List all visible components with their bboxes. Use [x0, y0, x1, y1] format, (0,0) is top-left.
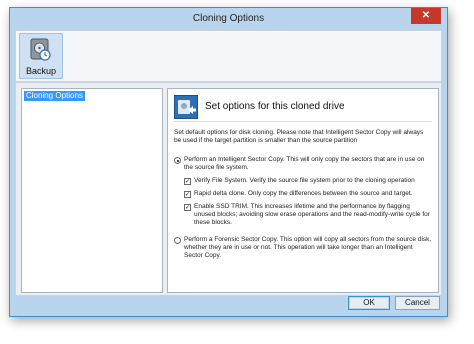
cancel-button[interactable]: Cancel	[395, 296, 440, 310]
intro-text: Set default options for disk cloning. Pl…	[174, 129, 424, 144]
rapid-delta-label: Rapid delta clone. Only copy the differe…	[194, 190, 413, 197]
close-button[interactable]: ✕	[411, 8, 441, 24]
backup-label: Backup	[25, 66, 57, 76]
ok-button[interactable]: OK	[348, 296, 390, 310]
content-area: Cloning Options Set options for this clo…	[15, 82, 442, 296]
ssd-trim-label: Enable SSD TRIM. This increases lifetime…	[194, 203, 430, 226]
cloning-options-dialog: Cloning Options ✕ Backup Cloning Options	[9, 7, 448, 317]
window-title: Cloning Options	[192, 13, 265, 24]
ssd-trim-checkbox[interactable]: ✓	[184, 204, 191, 211]
forensic-copy-radio[interactable]	[174, 237, 181, 244]
toolbar: Backup	[15, 30, 442, 82]
intelligent-copy-label: Perform an Intelligent Sector Copy. This…	[184, 156, 425, 171]
verify-file-system-label: Verify File System. Verify the source fi…	[194, 177, 415, 184]
options-tree: Cloning Options	[21, 88, 163, 293]
tree-item-cloning-options[interactable]: Cloning Options	[24, 91, 85, 101]
clone-drive-icon	[174, 95, 198, 119]
disk-clock-icon	[30, 38, 51, 61]
forensic-copy-label: Perform a Forensic Sector Copy. This opt…	[184, 236, 432, 259]
intelligent-copy-radio[interactable]	[174, 157, 181, 164]
header-divider	[174, 121, 432, 122]
options-panel: Set options for this cloned drive Set de…	[167, 88, 439, 293]
backup-button[interactable]: Backup	[19, 33, 63, 79]
rapid-delta-checkbox[interactable]: ✓	[184, 191, 191, 198]
verify-file-system-checkbox[interactable]: ✓	[184, 178, 191, 185]
panel-header: Set options for this cloned drive	[205, 101, 345, 112]
